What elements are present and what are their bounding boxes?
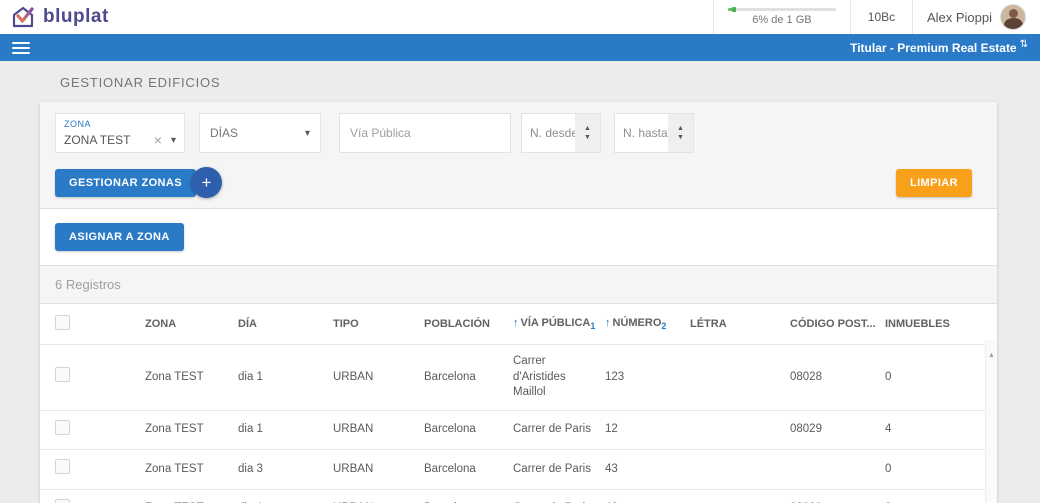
nav-bar: Titular - Premium Real Estate ⇅ bbox=[0, 34, 1040, 61]
clear-icon[interactable]: × bbox=[154, 132, 162, 148]
column-header-tipo[interactable]: TIPO bbox=[333, 304, 424, 345]
logo-text: bluplat bbox=[43, 6, 109, 27]
table-row: Zona TEST dia 3 URBAN Barcelona Carrer d… bbox=[40, 449, 997, 490]
dias-select[interactable]: DÍAS ▾ bbox=[199, 113, 321, 153]
column-header-dia[interactable]: DÍA bbox=[238, 304, 333, 345]
records-count: 6 Registros bbox=[40, 266, 997, 304]
table-row: Zona TEST dia 1 URBAN Barcelona Carrer d… bbox=[40, 488, 997, 503]
column-header-codigo-postal[interactable]: CÓDIGO POST... bbox=[790, 304, 885, 345]
row-checkbox[interactable] bbox=[55, 367, 70, 383]
dias-select-placeholder: DÍAS bbox=[210, 126, 239, 140]
zona-select[interactable]: ZONA ZONA TEST × ▾ bbox=[55, 113, 185, 153]
column-header-inmuebles[interactable]: INMUEBLES bbox=[885, 304, 997, 345]
select-all-checkbox[interactable] bbox=[55, 315, 70, 330]
stepper-up-icon[interactable]: ▲ bbox=[677, 125, 684, 132]
column-header-numero[interactable]: ↑ NÚMERO2 bbox=[605, 304, 690, 345]
table-row: Zona TEST dia 1 URBAN Barcelona Carrer d… bbox=[40, 344, 997, 411]
stepper-down-icon[interactable]: ▼ bbox=[677, 134, 684, 141]
logo[interactable]: bluplat bbox=[0, 0, 109, 34]
chevron-down-icon[interactable]: ▾ bbox=[171, 135, 176, 146]
account-selector[interactable]: Titular - Premium Real Estate ⇅ bbox=[850, 39, 1028, 55]
gestionar-zonas-button[interactable]: GESTIONAR ZONAS bbox=[55, 168, 196, 197]
sort-asc-icon: ↑ bbox=[513, 316, 519, 329]
plan-code-badge: 10Bc bbox=[849, 0, 912, 34]
numero-desde-input[interactable] bbox=[522, 114, 575, 152]
stepper-up-icon[interactable]: ▲ bbox=[584, 125, 591, 132]
page-title: GESTIONAR EDIFICIOS bbox=[60, 75, 221, 90]
hamburger-menu-icon[interactable] bbox=[12, 39, 30, 57]
user-name: Alex Pioppi bbox=[926, 9, 992, 25]
add-zone-button[interactable]: + bbox=[190, 167, 222, 198]
scroll-up-icon[interactable]: ▲ bbox=[988, 352, 995, 359]
buildings-card: ZONA ZONA TEST × ▾ DÍAS ▾ ▲ ▼ bbox=[40, 102, 997, 503]
sort-order-badge: 2 bbox=[661, 321, 667, 332]
account-label: Titular - Premium Real Estate bbox=[850, 40, 1017, 55]
via-publica-input[interactable] bbox=[339, 113, 511, 153]
numero-hasta-input[interactable] bbox=[615, 114, 668, 152]
user-menu[interactable]: Alex Pioppi bbox=[911, 0, 1040, 34]
storage-progress-bar bbox=[727, 8, 836, 11]
table-row: Zona TEST dia 1 URBAN Barcelona Carrer d… bbox=[40, 409, 997, 450]
sort-updown-icon: ⇅ bbox=[1019, 39, 1028, 50]
buildings-table: ZONA DÍA TIPO POBLACIÓN ↑ VÍA PÚBLICA1 ↑ N… bbox=[40, 304, 997, 503]
column-header-poblacion[interactable]: POBLACIÓN bbox=[424, 304, 513, 345]
top-bar: bluplat 6% de 1 GB 10Bc Alex Pioppi bbox=[0, 0, 1040, 34]
stepper-down-icon[interactable]: ▼ bbox=[584, 134, 591, 141]
filter-section: ZONA ZONA TEST × ▾ DÍAS ▾ ▲ ▼ bbox=[40, 102, 997, 209]
stepper-arrows[interactable]: ▲ ▼ bbox=[575, 114, 600, 152]
asignar-section: ASIGNAR A ZONA bbox=[40, 209, 997, 266]
table-header-row: ZONA DÍA TIPO POBLACIÓN ↑ VÍA PÚBLICA1 ↑ N… bbox=[40, 304, 997, 345]
column-header-via-publica[interactable]: ↑ VÍA PÚBLICA1 bbox=[513, 304, 605, 345]
storage-progress-fill bbox=[727, 8, 735, 11]
row-checkbox[interactable] bbox=[55, 419, 70, 435]
column-header-zona[interactable]: ZONA bbox=[145, 304, 238, 345]
storage-usage: 6% de 1 GB bbox=[712, 0, 850, 34]
numero-hasta-stepper[interactable]: ▲ ▼ bbox=[614, 113, 694, 153]
house-check-logo-icon bbox=[10, 4, 36, 30]
sort-asc-icon: ↑ bbox=[605, 316, 611, 329]
stepper-arrows[interactable]: ▲ ▼ bbox=[668, 114, 693, 152]
zona-select-value: ZONA TEST bbox=[64, 133, 131, 147]
column-header-letra[interactable]: LÉTRA bbox=[690, 304, 790, 345]
limpiar-button[interactable]: LIMPIAR bbox=[895, 168, 972, 197]
asignar-a-zona-button[interactable]: ASIGNAR A ZONA bbox=[55, 223, 184, 251]
numero-desde-stepper[interactable]: ▲ ▼ bbox=[521, 113, 601, 153]
zona-select-label: ZONA bbox=[64, 119, 92, 129]
chevron-down-icon: ▾ bbox=[304, 127, 310, 139]
row-checkbox[interactable] bbox=[55, 459, 70, 475]
table-scrollbar[interactable]: ▲ bbox=[985, 340, 997, 503]
sort-order-badge: 1 bbox=[590, 321, 596, 332]
row-checkbox[interactable] bbox=[55, 498, 70, 503]
storage-label: 6% de 1 GB bbox=[752, 14, 812, 26]
user-avatar[interactable] bbox=[1000, 4, 1026, 30]
